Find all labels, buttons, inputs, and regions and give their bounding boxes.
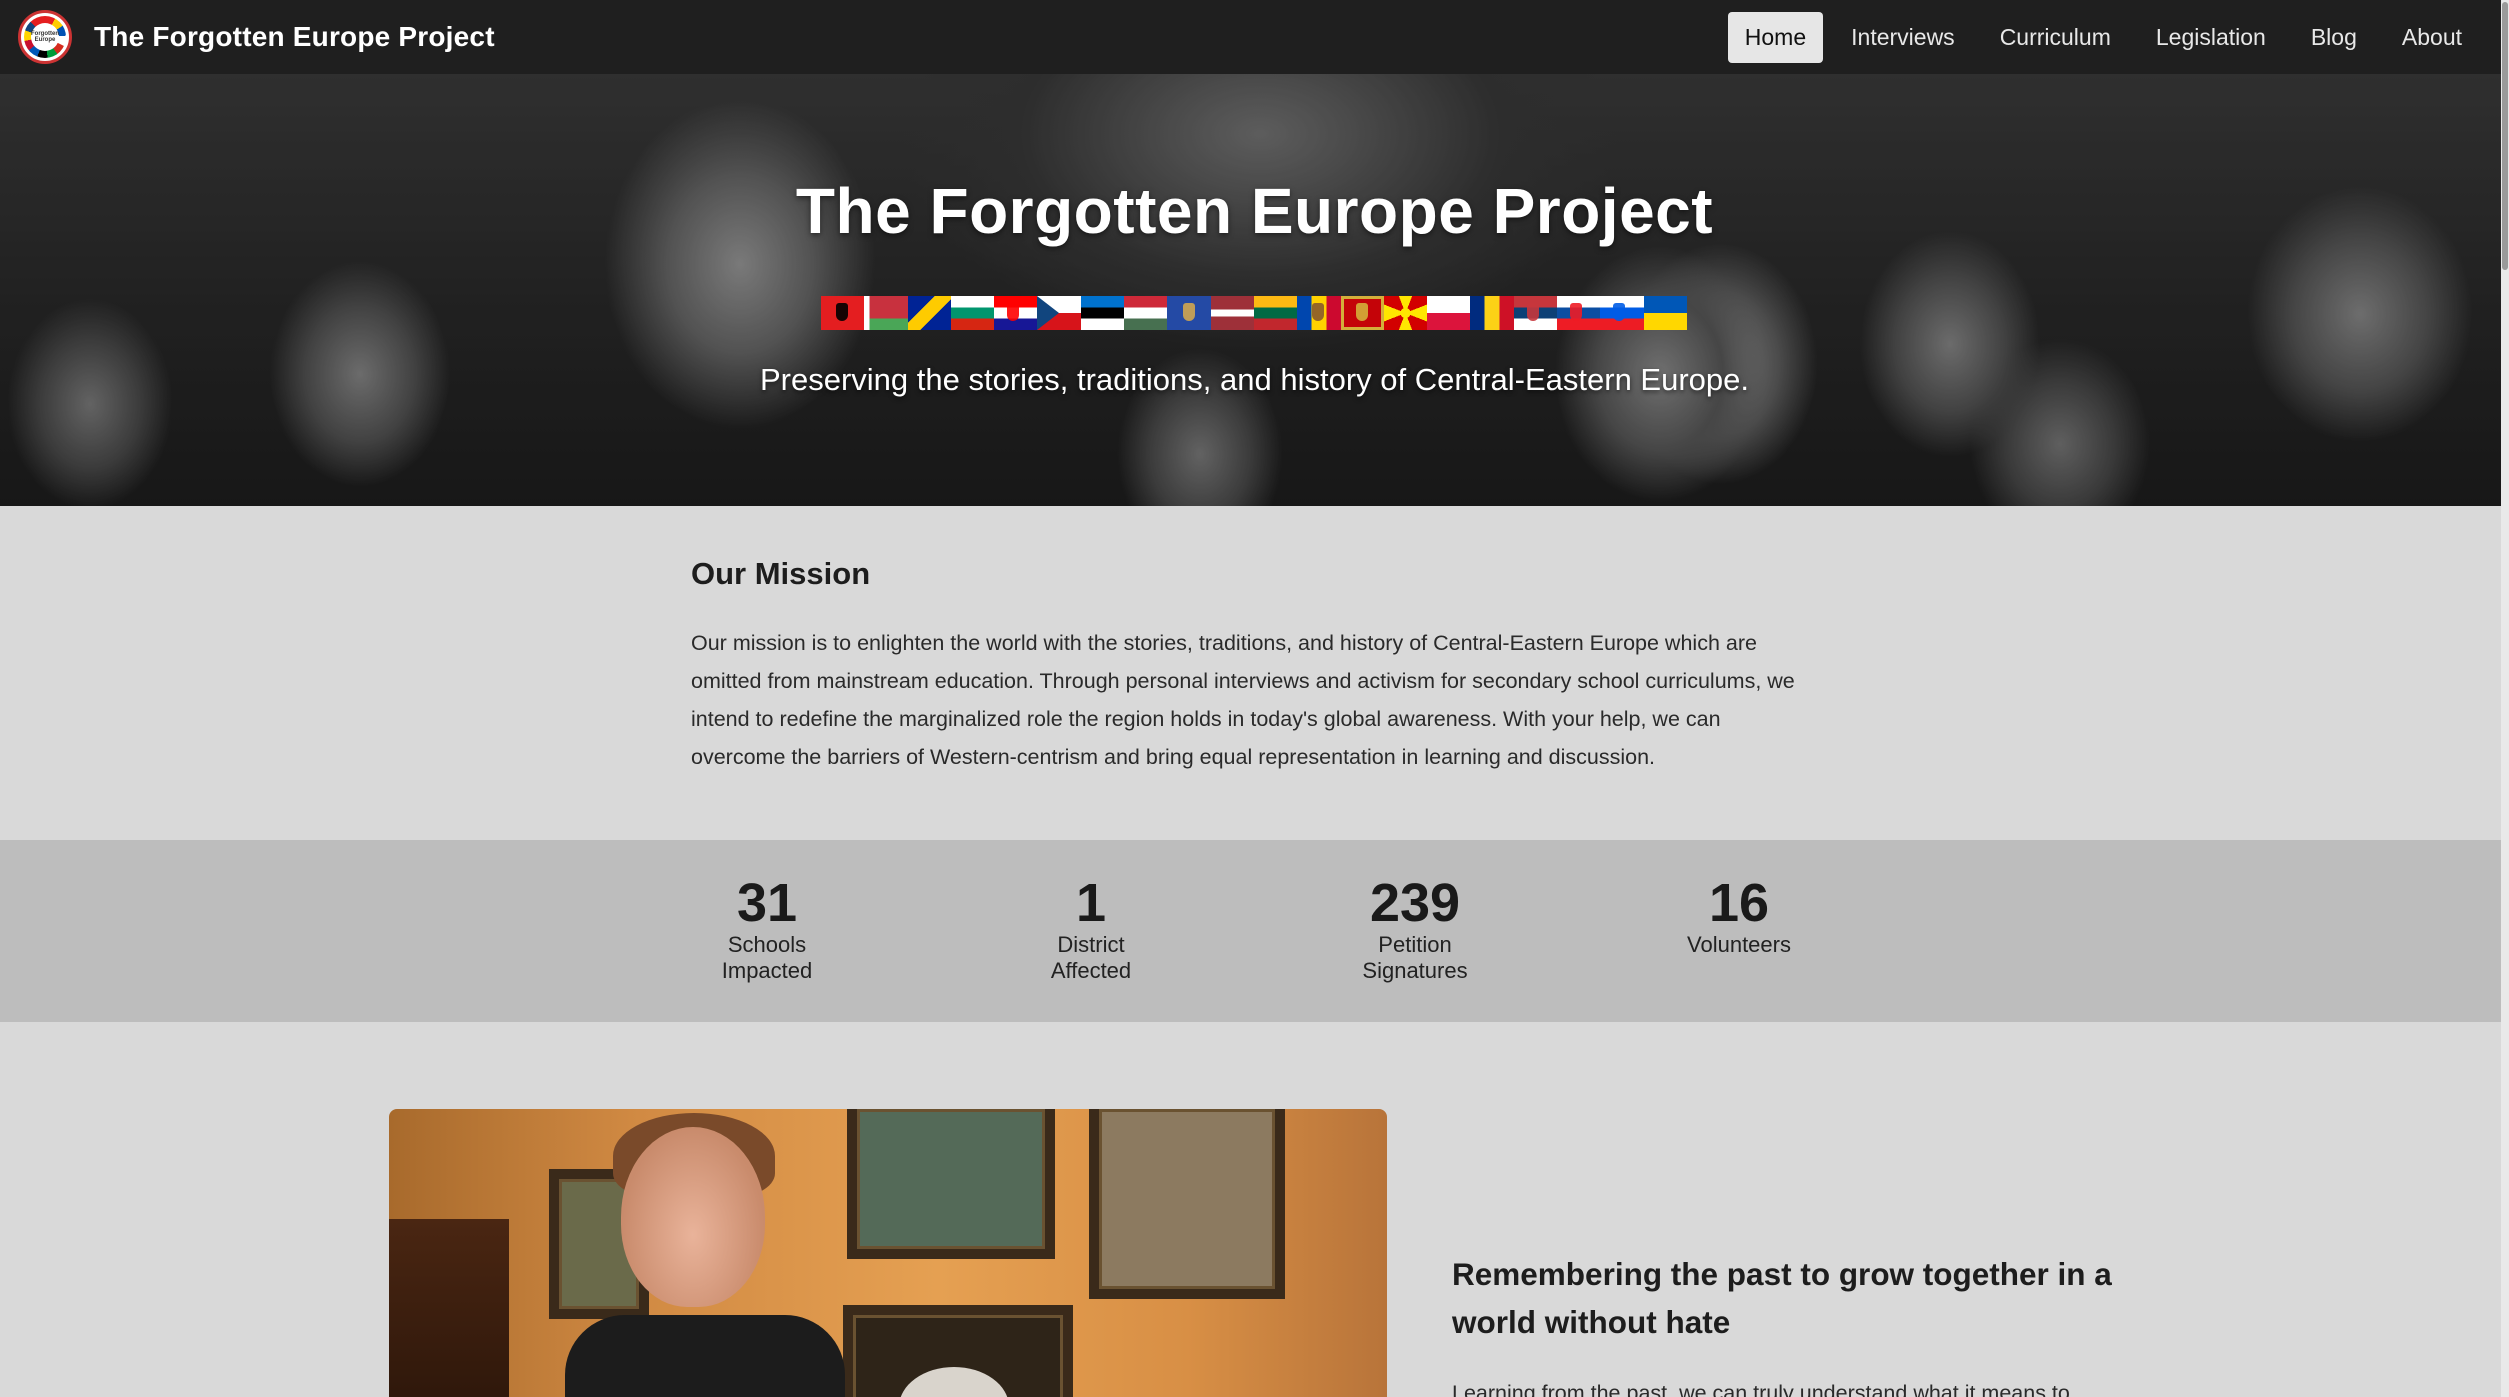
stat-district: 1 District Affected bbox=[961, 874, 1221, 984]
flag-latvia bbox=[1210, 296, 1254, 330]
stat-label: Affected bbox=[1050, 958, 1132, 983]
hero-title: The Forgotten Europe Project bbox=[795, 175, 1714, 247]
stat-label: Impacted bbox=[721, 958, 813, 983]
feature-heading: Remembering the past to grow together in… bbox=[1452, 1250, 2152, 1346]
mission-line: omitted from mainstream education. Throu… bbox=[691, 669, 1795, 693]
flag-slovakia bbox=[1557, 296, 1601, 330]
flag-moldova bbox=[1297, 296, 1341, 330]
stat-number: 16 bbox=[1708, 873, 1770, 933]
hero-photo-overlay bbox=[0, 74, 2509, 506]
mission-section: Our Mission Our mission is to enlighten … bbox=[0, 506, 2509, 840]
nav-curriculum[interactable]: Curriculum bbox=[1983, 12, 2128, 63]
stat-label: Volunteers bbox=[1687, 932, 1791, 957]
mission-line: Our mission is to enlighten the world wi… bbox=[691, 631, 1757, 655]
nav-interviews[interactable]: Interviews bbox=[1834, 12, 1972, 63]
mission-text: Our mission is to enlighten the world wi… bbox=[691, 624, 1821, 776]
flag-emblem bbox=[1613, 303, 1626, 322]
flag-poland bbox=[1427, 296, 1471, 330]
nav-home[interactable]: Home bbox=[1727, 11, 1824, 63]
photo-frame bbox=[1089, 1109, 1285, 1299]
flag-albania bbox=[821, 296, 865, 330]
photo-subject-shirt bbox=[565, 1315, 845, 1397]
feature-text: Learning from the past, we can truly und… bbox=[1452, 1381, 2070, 1397]
country-flags-row bbox=[821, 296, 1687, 330]
flag-emblem bbox=[1526, 303, 1539, 322]
photo-cabinet bbox=[389, 1219, 509, 1397]
flag-emblem bbox=[1355, 303, 1368, 322]
interview-photo bbox=[389, 1109, 1387, 1397]
flag-emblem bbox=[1007, 303, 1020, 322]
feature-heading-line: world without hate bbox=[1452, 1304, 1731, 1340]
flag-belarus bbox=[864, 296, 908, 330]
stat-signatures: 239 Petition Signatures bbox=[1285, 874, 1545, 984]
flag-slovenia bbox=[1600, 296, 1644, 330]
nav-links: Home Interviews Curriculum Legislation B… bbox=[1717, 0, 2491, 74]
flag-emblem bbox=[1312, 303, 1325, 322]
mission-line: overcome the barriers of Western-centris… bbox=[691, 745, 1656, 769]
stat-volunteers: 16 Volunteers bbox=[1609, 874, 1869, 958]
brand-link[interactable]: Forgotten Europe The Forgotten Europe Pr… bbox=[18, 10, 495, 64]
flag-emblem bbox=[1182, 303, 1195, 322]
flag-lithuania bbox=[1253, 296, 1298, 330]
flag-estonia bbox=[1080, 296, 1125, 330]
flag-ukraine bbox=[1643, 296, 1687, 330]
nav-about[interactable]: About bbox=[2385, 12, 2479, 63]
flag-emblem bbox=[836, 303, 849, 322]
flag-romania bbox=[1470, 296, 1514, 330]
hero-subtitle: Preserving the stories, traditions, and … bbox=[759, 362, 1750, 397]
stats-bar: 31 Schools Impacted 1 District Affected … bbox=[0, 840, 2509, 1022]
stat-number: 1 bbox=[1075, 873, 1107, 933]
stat-number: 31 bbox=[736, 873, 798, 933]
flag-bulgaria bbox=[950, 296, 995, 330]
stat-label: Petition bbox=[1378, 932, 1452, 957]
brand-title: The Forgotten Europe Project bbox=[94, 21, 495, 52]
photo-subject-face bbox=[621, 1127, 765, 1307]
flag-kosovo bbox=[1167, 296, 1211, 330]
feature-heading-line: Remembering the past to grow together in… bbox=[1452, 1256, 2112, 1292]
stat-schools: 31 Schools Impacted bbox=[637, 874, 897, 984]
photo-frame bbox=[847, 1109, 1055, 1259]
logo-text: Forgotten Europe bbox=[31, 23, 59, 51]
flag-north-macedonia bbox=[1383, 296, 1428, 330]
stat-label: Signatures bbox=[1362, 958, 1468, 983]
nav-blog[interactable]: Blog bbox=[2294, 12, 2374, 63]
mission-heading: Our Mission bbox=[691, 556, 871, 591]
flag-czechia bbox=[1037, 296, 1081, 330]
flag-croatia bbox=[994, 296, 1038, 330]
flag-serbia bbox=[1513, 296, 1558, 330]
flag-emblem bbox=[1570, 303, 1583, 322]
page-scrollbar[interactable] bbox=[2501, 0, 2509, 1397]
scrollbar-thumb[interactable] bbox=[2502, 2, 2508, 270]
project-logo: Forgotten Europe bbox=[18, 10, 72, 64]
hero-banner: The Forgotten Europe Project Preserving … bbox=[0, 74, 2509, 506]
flag-bosnia-and-herzegovina bbox=[907, 296, 951, 330]
mission-line: intend to redefine the marginalized role… bbox=[691, 707, 1721, 731]
stat-number: 239 bbox=[1369, 873, 1461, 933]
top-navbar: Forgotten Europe The Forgotten Europe Pr… bbox=[0, 0, 2509, 74]
feature-section: Remembering the past to grow together in… bbox=[0, 1022, 2509, 1397]
stat-label: Schools bbox=[727, 932, 807, 957]
nav-legislation[interactable]: Legislation bbox=[2139, 12, 2283, 63]
flag-hungary bbox=[1124, 296, 1168, 330]
flag-triangle bbox=[1037, 296, 1060, 330]
stat-label: District bbox=[1057, 932, 1125, 957]
flag-montenegro bbox=[1340, 296, 1384, 330]
